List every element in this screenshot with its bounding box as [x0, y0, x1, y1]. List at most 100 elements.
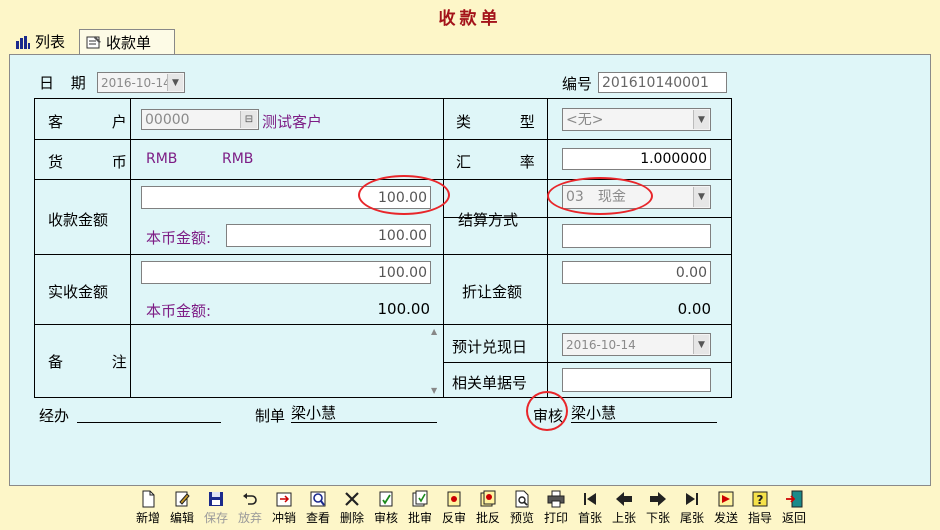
svg-text:?: ?	[757, 493, 764, 507]
return-button[interactable]: 返回	[777, 488, 811, 528]
date-field[interactable]: 2016-10-14 ▼	[97, 72, 185, 93]
settle-dropdown-icon[interactable]: ▼	[693, 187, 709, 207]
next-icon	[650, 492, 666, 506]
customer-name: 测试客户	[262, 113, 323, 131]
reverse-icon	[276, 492, 292, 507]
settle-label: 结算方式	[458, 211, 519, 229]
preview-label: 预览	[509, 511, 534, 525]
currency-label: 货 币	[48, 153, 149, 171]
batch-unaudit-label: 批反	[475, 511, 500, 525]
related-doc-field[interactable]	[562, 368, 711, 392]
discard-button[interactable]: 放弃	[233, 488, 267, 528]
batch-unaudit-icon	[480, 490, 496, 507]
undo-icon	[243, 493, 257, 505]
unaudit-label: 反审	[441, 511, 466, 525]
number-value: 201610140001	[602, 75, 709, 91]
next-button[interactable]: 下张	[641, 488, 675, 528]
expected-date-label: 预计兑现日	[452, 338, 528, 356]
batch-unaudit-button[interactable]: 批反	[471, 488, 505, 528]
actual-amount-label: 实收金额	[48, 283, 109, 301]
maker-field[interactable]: 梁小慧	[291, 404, 437, 423]
preview-icon	[515, 490, 529, 508]
currency-code-2: RMB	[222, 151, 254, 167]
print-button[interactable]: 打印	[539, 488, 573, 528]
prev-button[interactable]: 上张	[607, 488, 641, 528]
save-icon	[209, 492, 223, 506]
rate-value: 1.000000	[640, 151, 707, 167]
local-amount-field[interactable]: 100.00	[226, 224, 431, 247]
edit-icon	[175, 491, 190, 507]
tab-list[interactable]: 列表	[9, 30, 83, 53]
batch-audit-button[interactable]: 批审	[403, 488, 437, 528]
amount-value: 100.00	[378, 190, 427, 206]
audit-icon	[379, 491, 393, 507]
last-icon	[686, 493, 698, 505]
currency-code-1: RMB	[146, 151, 178, 167]
save-label: 保存	[203, 511, 228, 525]
rate-label: 汇 率	[456, 153, 557, 171]
reverse-button[interactable]: 冲销	[267, 488, 301, 528]
window-title: 收款单	[438, 9, 502, 29]
discount-field[interactable]: 0.00	[562, 261, 711, 284]
first-icon	[584, 493, 596, 505]
rate-field[interactable]: 1.000000	[562, 148, 711, 170]
remark-textarea[interactable]: ▲ ▼	[130, 325, 442, 397]
audit-button[interactable]: 审核	[369, 488, 403, 528]
type-select[interactable]: <无> ▼	[562, 108, 711, 131]
send-label: 发送	[713, 511, 738, 525]
send-icon	[718, 491, 734, 507]
date-label: 日 期	[39, 74, 92, 92]
send-button[interactable]: 发送	[709, 488, 743, 528]
number-label: 编号	[562, 75, 593, 93]
expected-date-dropdown-icon[interactable]: ▼	[693, 335, 709, 354]
scroll-up-icon[interactable]: ▲	[431, 327, 437, 336]
prev-icon	[616, 492, 632, 506]
batch-audit-icon	[412, 490, 428, 507]
amount-field[interactable]: 100.00	[141, 186, 431, 209]
print-label: 打印	[543, 511, 568, 525]
expected-date-field[interactable]: 2016-10-14 ▼	[562, 333, 711, 356]
unaudit-button[interactable]: 反审	[437, 488, 471, 528]
settle-select[interactable]: 03 现金 ▼	[562, 185, 711, 209]
edit-label: 编辑	[169, 511, 194, 525]
help-label: 指导	[747, 511, 772, 525]
remark-scrollbar[interactable]: ▲ ▼	[428, 325, 442, 397]
settle-extra-field[interactable]	[562, 224, 711, 248]
auditor-field[interactable]: 梁小慧	[571, 404, 717, 423]
help-icon: ?	[752, 491, 768, 507]
last-button[interactable]: 尾张	[675, 488, 709, 528]
delete-label: 删除	[339, 511, 364, 525]
actual-amount-field[interactable]: 100.00	[141, 261, 431, 284]
edit-button[interactable]: 编辑	[165, 488, 199, 528]
discount-label: 折让金额	[462, 283, 523, 301]
help-button[interactable]: ? 指导	[743, 488, 777, 528]
scroll-down-icon[interactable]: ▼	[431, 386, 437, 395]
preview-button[interactable]: 预览	[505, 488, 539, 528]
new-doc-icon	[142, 490, 155, 508]
settle-value: 03 现金	[566, 189, 626, 205]
delete-button[interactable]: 删除	[335, 488, 369, 528]
view-button[interactable]: 查看	[301, 488, 335, 528]
tab-list-label: 列表	[35, 33, 66, 51]
customer-code-field[interactable]: 00000 ⊟	[141, 109, 259, 130]
tab-receipt-label: 收款单	[106, 33, 152, 52]
new-button[interactable]: 新增	[131, 488, 165, 528]
delete-icon	[345, 492, 359, 506]
reverse-label: 冲销	[271, 511, 296, 525]
handler-field[interactable]	[77, 404, 221, 423]
handler-label: 经办	[39, 407, 70, 425]
type-dropdown-icon[interactable]: ▼	[693, 110, 709, 129]
form-icon	[86, 36, 101, 49]
save-button[interactable]: 保存	[199, 488, 233, 528]
date-dropdown-icon[interactable]: ▼	[167, 74, 183, 91]
list-icon	[16, 35, 30, 49]
customer-label: 客 户	[48, 113, 149, 131]
number-field[interactable]: 201610140001	[598, 72, 727, 93]
local-amount-label: 本币金额:	[146, 229, 212, 247]
receipt-form-panel: 日 期 2016-10-14 ▼ 编号 201610140001 客 户 000…	[9, 54, 931, 486]
first-button[interactable]: 首张	[573, 488, 607, 528]
return-label: 返回	[781, 511, 806, 525]
auditor-label: 审核	[533, 407, 564, 425]
customer-lookup-icon[interactable]: ⊟	[240, 111, 257, 128]
tab-receipt[interactable]: 收款单	[79, 29, 175, 54]
